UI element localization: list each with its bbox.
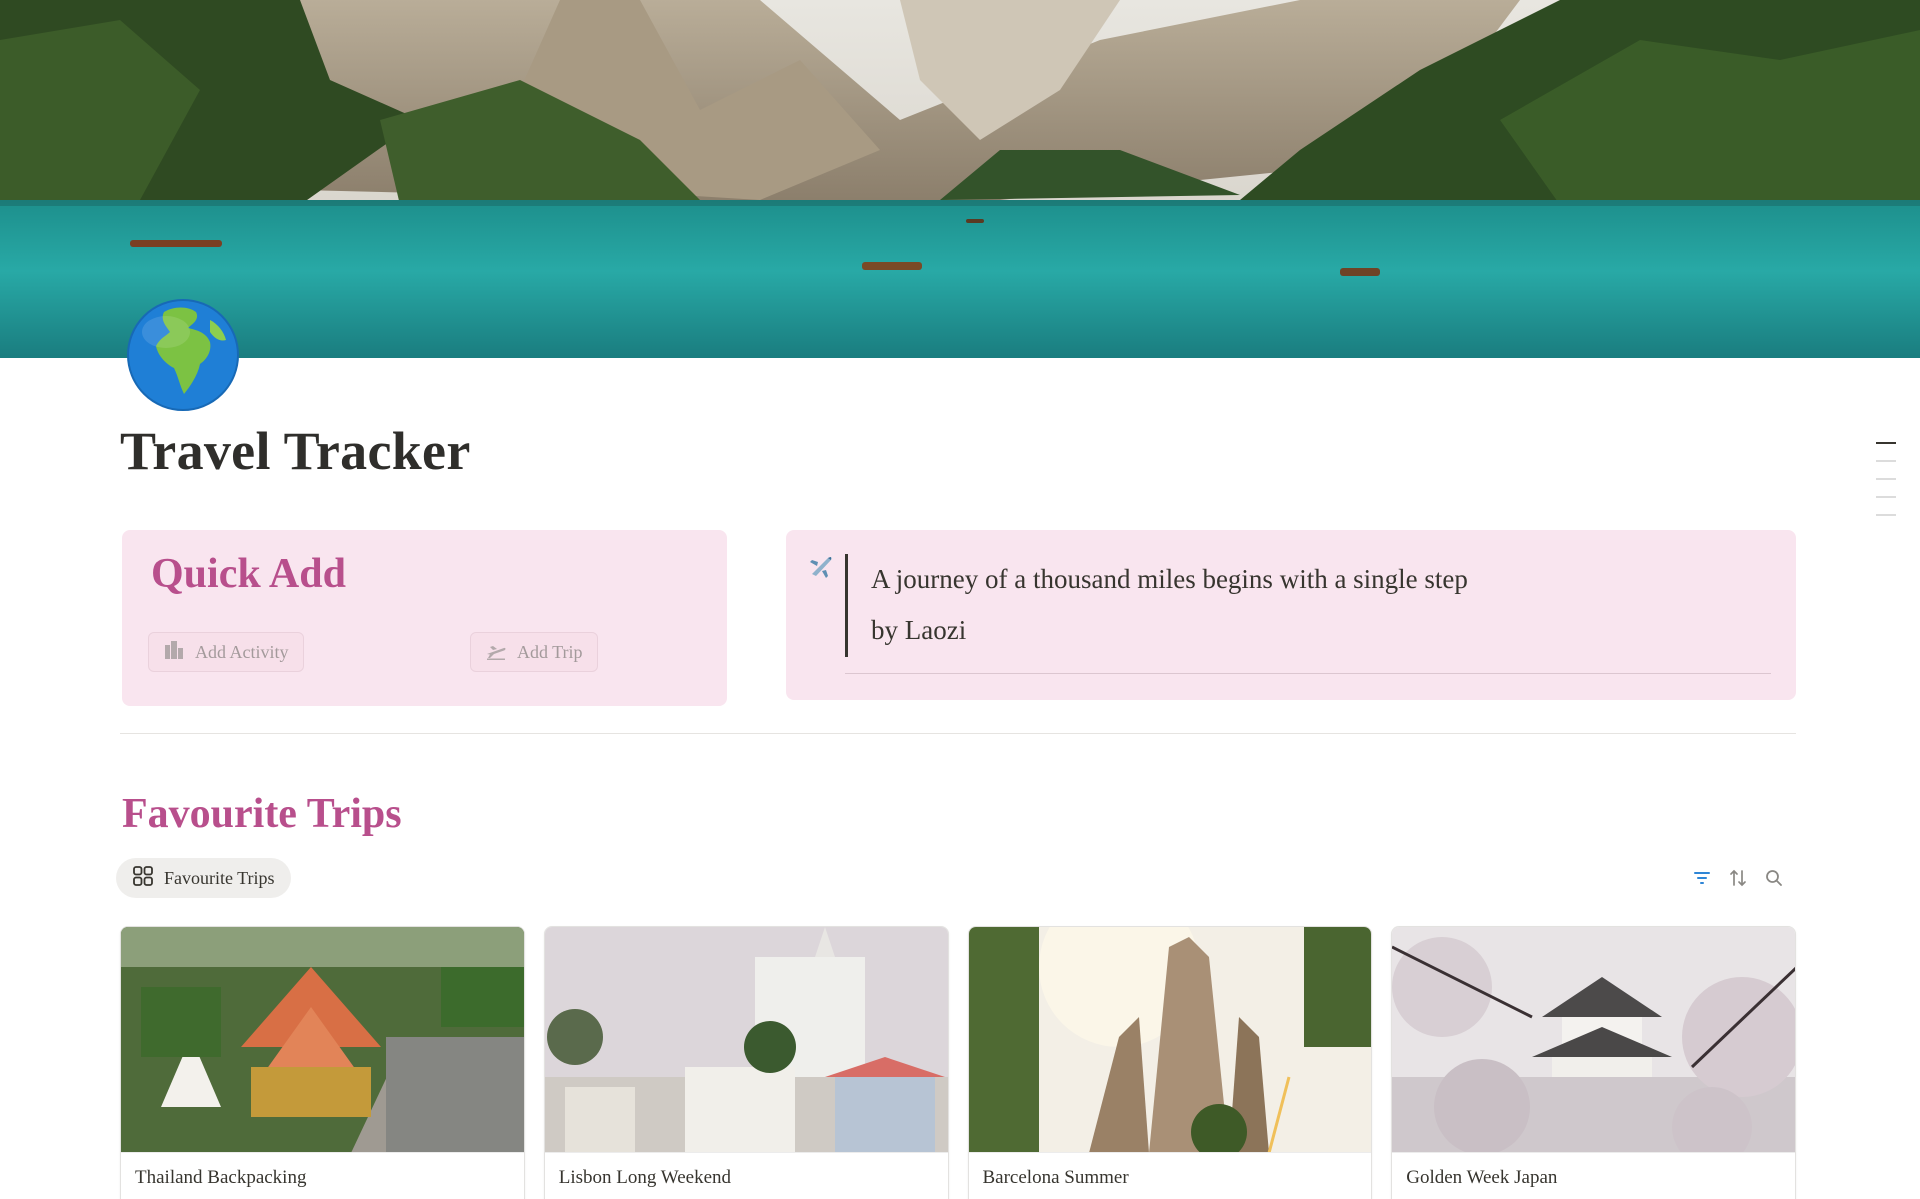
add-trip-label: Add Trip — [517, 641, 583, 662]
quote-text[interactable]: A journey of a thousand miles begins wit… — [871, 564, 1468, 595]
card-title: Lisbon Long Weekend — [558, 1167, 732, 1188]
view-tab-favourite-trips[interactable]: Favourite Trips — [116, 858, 291, 898]
quote-callout: A journey of a thousand miles begins wit… — [786, 530, 1796, 700]
gallery-grid-icon — [132, 865, 154, 892]
view-tab-label: Favourite Trips — [164, 867, 275, 888]
card-cover-image — [968, 927, 1372, 1153]
city-icon — [163, 639, 185, 666]
card-cover-image — [1392, 927, 1795, 1153]
mountain-lake-image — [0, 0, 1920, 358]
outline-line[interactable] — [1876, 460, 1896, 462]
gallery-card[interactable]: Thailand Backpacking — [120, 926, 525, 1199]
add-activity-label: Add Activity — [195, 641, 289, 662]
quote-bar — [845, 554, 848, 657]
database-toolbar — [1692, 868, 1784, 888]
card-title: Thailand Backpacking — [135, 1167, 307, 1188]
page-outline[interactable] — [1876, 442, 1896, 532]
airplane-icon[interactable] — [808, 552, 836, 580]
page-title[interactable]: Travel Tracker — [120, 420, 471, 482]
favourite-trips-gallery: Thailand Backpacking Lisbon Long Weekend — [120, 926, 1796, 1199]
card-title: Barcelona Summer — [982, 1167, 1129, 1188]
sort-icon[interactable] — [1728, 868, 1748, 888]
card-cover-image — [544, 927, 948, 1153]
favourite-trips-heading[interactable]: Favourite Trips — [122, 790, 402, 838]
quote-divider — [845, 673, 1771, 674]
gallery-card[interactable]: Barcelona Summer — [967, 926, 1373, 1199]
card-title: Golden Week Japan — [1406, 1167, 1558, 1188]
outline-line[interactable] — [1876, 514, 1896, 516]
gallery-card[interactable]: Lisbon Long Weekend — [543, 926, 949, 1199]
section-divider — [120, 733, 1796, 734]
filter-icon[interactable] — [1692, 868, 1712, 888]
gallery-card[interactable]: Golden Week Japan — [1391, 926, 1796, 1199]
add-trip-button[interactable]: Add Trip — [470, 632, 598, 672]
airplane-departure-icon — [485, 639, 507, 666]
outline-line[interactable] — [1876, 478, 1896, 480]
globe-europe-africa-icon[interactable] — [126, 298, 240, 412]
search-icon[interactable] — [1764, 868, 1784, 888]
quick-add-title: Quick Add — [151, 551, 346, 597]
outline-line-active[interactable] — [1876, 442, 1896, 444]
quick-add-callout: Quick Add Add Activity Add Trip — [122, 530, 727, 706]
quote-author[interactable]: by Laozi — [871, 615, 966, 646]
card-cover-image — [121, 927, 524, 1153]
add-activity-button[interactable]: Add Activity — [148, 632, 304, 672]
outline-line[interactable] — [1876, 496, 1896, 498]
cover-image[interactable] — [0, 0, 1920, 358]
